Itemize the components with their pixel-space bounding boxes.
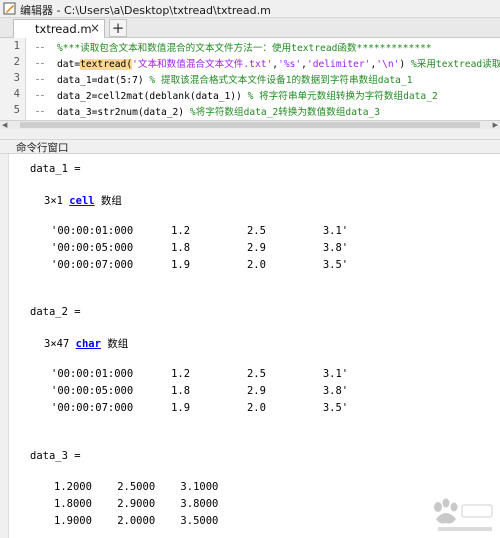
data3-header: data_3 =	[30, 450, 81, 462]
code-fold-marker	[36, 95, 44, 96]
data1-row: '00:00:05:000 1.8 2.9 3.8'	[51, 242, 349, 254]
code-token: dat=	[57, 59, 81, 70]
code-token: '%s'	[278, 59, 302, 70]
line-number: 1	[13, 40, 20, 52]
tab-txtread[interactable]: txtread.m ×	[13, 19, 105, 38]
editor-title-bar: 编辑器 - C:\Users\a\Desktop\txtread\txtread…	[0, 0, 500, 18]
code-line[interactable]: dat=textread('文本和数值混合文本文件.txt','%s','del…	[57, 56, 500, 70]
code-fold-marker	[36, 111, 44, 112]
data3-row: 1.9000 2.0000 3.5000	[54, 515, 219, 527]
data2-header: data_2 =	[30, 306, 81, 318]
line-number: 4	[13, 88, 20, 100]
command-window-scrollbar[interactable]	[0, 154, 9, 538]
code-token: %***读取包含文本和数值混合的文本文件方法一：使用textread函数****…	[57, 43, 432, 54]
code-line[interactable]: %***读取包含文本和数值混合的文本文件方法一：使用textread函数****…	[57, 40, 432, 54]
line-number: 5	[13, 104, 20, 116]
command-window-title-bar: 命令行窗口	[0, 139, 500, 154]
data2-suffix: 数组	[107, 338, 129, 350]
data2-size: 3×47	[44, 338, 70, 350]
data1-suffix: 数组	[100, 195, 122, 207]
code-token: 'delimiter'	[306, 59, 371, 70]
code-token: data_2=cell2mat(deblank(data_1))	[57, 91, 248, 102]
tab-label: txtread.m	[35, 22, 92, 36]
code-fold-marker	[36, 63, 44, 64]
data2-class-link[interactable]: char	[76, 338, 101, 350]
data2-size-line: 3×47 char 数组	[44, 336, 128, 351]
code-token: data_1=dat(5:7)	[57, 75, 150, 86]
editor-tab-bar: txtread.m × +	[0, 18, 500, 38]
data3-row: 1.8000 2.9000 3.8000	[54, 498, 219, 510]
baidu-watermark-logo	[434, 498, 493, 531]
scroll-left-icon[interactable]: ◀	[2, 121, 7, 129]
code-token: '文本和数值混合文本文件.txt'	[132, 59, 273, 70]
data2-row: '00:00:05:000 1.8 2.9 3.8'	[51, 385, 349, 397]
data1-size-line: 3×1 cell 数组	[44, 193, 122, 208]
code-token: %采用textread读取	[410, 59, 500, 70]
code-line[interactable]: data_1=dat(5:7) % 提取该混合格式文本文件设备1的数据到字符串数…	[57, 72, 412, 86]
code-fold-marker	[36, 79, 44, 80]
editor-horizontal-scrollbar[interactable]: ◀ ▶	[0, 120, 500, 129]
code-line[interactable]: data_3=str2num(data_2) %将字符数组data_2转换为数值…	[57, 104, 380, 118]
data3-row: 1.2000 2.5000 3.1000	[54, 481, 219, 493]
line-number-gutter: 1 2 3 4 5	[0, 38, 26, 120]
command-window-title: 命令行窗口	[16, 142, 69, 154]
code-token: '\n'	[376, 59, 400, 70]
data1-size: 3×1	[44, 195, 63, 207]
data1-row: '00:00:07:000 1.9 2.0 3.5'	[51, 259, 349, 271]
code-token: textread(	[80, 59, 133, 70]
code-line[interactable]: data_2=cell2mat(deblank(data_1)) % 将字符串单…	[57, 88, 438, 102]
code-token: % 将字符串单元数组转换为字符数组data_2	[247, 91, 438, 102]
code-token: %将字符数组data_2转换为数值数组data_3	[189, 107, 381, 118]
code-token: % 提取该混合格式文本文件设备1的数据到字符串数组data_1	[149, 75, 413, 86]
scroll-right-icon[interactable]: ▶	[493, 121, 498, 129]
scrollbar-thumb[interactable]	[20, 122, 480, 128]
code-token: )	[399, 59, 411, 70]
code-editor[interactable]: 1 2 3 4 5 %***读取包含文本和数值混合的文本文件方法一：使用text…	[0, 38, 500, 120]
editor-app-icon	[3, 2, 16, 15]
data2-row: '00:00:07:000 1.9 2.0 3.5'	[51, 402, 349, 414]
data1-row: '00:00:01:000 1.2 2.5 3.1'	[51, 225, 349, 237]
data1-class-link[interactable]: cell	[69, 195, 94, 207]
code-fold-marker	[36, 47, 44, 48]
line-number: 2	[13, 56, 20, 68]
data2-row: '00:00:01:000 1.2 2.5 3.1'	[51, 368, 349, 380]
command-window[interactable]: data_1 = 3×1 cell 数组 '00:00:01:000 1.2 2…	[0, 154, 500, 538]
data1-header: data_1 =	[30, 163, 81, 175]
code-token: data_3=str2num(data_2)	[57, 107, 190, 118]
tab-close-icon[interactable]: ×	[90, 21, 100, 35]
line-number: 3	[13, 72, 20, 84]
window-title: 编辑器 - C:\Users\a\Desktop\txtread\txtread…	[20, 4, 271, 17]
add-tab-button[interactable]: +	[109, 19, 127, 37]
panel-divider[interactable]	[0, 129, 500, 139]
